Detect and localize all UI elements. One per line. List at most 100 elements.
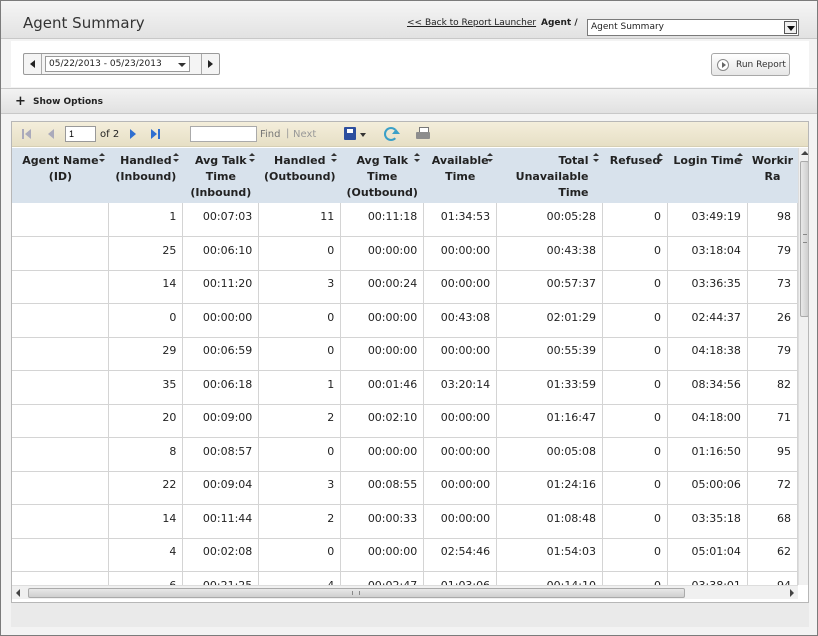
column-header[interactable]: Login Time bbox=[667, 148, 748, 203]
table-cell: 00:00:00 bbox=[423, 504, 498, 539]
prev-date-button[interactable] bbox=[24, 54, 42, 74]
prev-page-icon[interactable] bbox=[46, 128, 58, 140]
export-dropdown-icon[interactable] bbox=[360, 133, 366, 137]
title-bar: Agent Summary << Back to Report Launcher… bbox=[1, 1, 817, 39]
sort-icon[interactable] bbox=[592, 153, 599, 163]
table-cell: 00:00:00 bbox=[182, 303, 260, 338]
table-cell: 03:38:01 bbox=[667, 571, 748, 585]
table-cell bbox=[12, 203, 110, 237]
table-cell: 0 bbox=[258, 437, 342, 472]
chevron-down-icon[interactable] bbox=[784, 21, 797, 34]
table-cell: 0 bbox=[602, 270, 668, 304]
show-options-toggle[interactable]: + Show Options bbox=[1, 88, 817, 114]
sort-icon[interactable] bbox=[98, 153, 105, 163]
table-cell: 05:01:04 bbox=[667, 538, 748, 572]
agent-report-select[interactable]: Agent Summary bbox=[587, 19, 799, 36]
column-header-label: Time bbox=[205, 170, 236, 183]
table-cell bbox=[12, 504, 110, 539]
table-row: 14 00:11:20 3 00:00:24 00:00:00 00:57:37 0 03:3… bbox=[12, 270, 798, 304]
first-page-icon[interactable] bbox=[22, 128, 34, 140]
table-cell: 05:00:06 bbox=[667, 471, 748, 505]
page-number-input[interactable] bbox=[65, 126, 96, 142]
column-header[interactable]: Agent Name (ID) bbox=[12, 148, 109, 203]
column-header[interactable]: Avg Talk Time (Inbound) bbox=[182, 148, 259, 203]
page-count-label: of 2 bbox=[100, 129, 120, 140]
sort-icon[interactable] bbox=[330, 153, 337, 163]
table-cell: 00:08:55 bbox=[340, 471, 425, 505]
table-cell: 08:34:56 bbox=[667, 370, 748, 405]
table-cell: 00:11:18 bbox=[340, 203, 425, 237]
scroll-left-icon[interactable] bbox=[16, 589, 20, 597]
find-input[interactable] bbox=[190, 126, 257, 142]
table-cell: 00:55:39 bbox=[496, 337, 604, 371]
table-cell: 8 bbox=[108, 437, 184, 472]
column-header-label: Avg Talk bbox=[356, 154, 409, 167]
table-cell: 68 bbox=[747, 504, 798, 539]
table-cell: 14 bbox=[108, 270, 184, 304]
table-cell: 82 bbox=[747, 370, 798, 405]
table-row: 35 00:06:18 1 00:01:46 03:20:14 01:33:59 0 08:3… bbox=[12, 370, 798, 405]
find-link[interactable]: Find bbox=[260, 129, 281, 140]
chevron-down-icon bbox=[178, 63, 186, 67]
run-report-button[interactable]: Run Report bbox=[711, 53, 790, 76]
column-header[interactable]: Avg Talk Time (Outbound) bbox=[340, 148, 424, 203]
last-page-icon[interactable] bbox=[150, 128, 162, 140]
horizontal-scrollbar[interactable] bbox=[12, 585, 798, 599]
horizontal-scroll-thumb[interactable] bbox=[28, 588, 685, 598]
date-range-select[interactable]: 05/22/2013 - 05/23/2013 bbox=[45, 56, 190, 72]
column-header[interactable]: Workir Ra bbox=[747, 148, 798, 203]
sort-icon[interactable] bbox=[737, 153, 744, 163]
column-header[interactable]: Handled (Outbound) bbox=[258, 148, 341, 203]
play-icon bbox=[717, 59, 729, 71]
vertical-scroll-thumb[interactable] bbox=[800, 161, 808, 317]
table-cell: 29 bbox=[108, 337, 184, 371]
table-header-row: Agent Name (ID) Handled (Inbound) Avg Talk Ti… bbox=[12, 148, 798, 203]
table-cell: 03:49:19 bbox=[667, 203, 748, 237]
table-cell: 72 bbox=[747, 471, 798, 505]
sort-icon[interactable] bbox=[486, 153, 493, 163]
next-date-button[interactable] bbox=[201, 54, 219, 74]
table-cell: 73 bbox=[747, 270, 798, 304]
print-icon[interactable] bbox=[416, 127, 430, 140]
table-cell: 01:16:47 bbox=[496, 404, 604, 438]
next-page-icon[interactable] bbox=[128, 128, 140, 140]
vertical-scrollbar[interactable] bbox=[798, 148, 808, 585]
table-cell: 3 bbox=[258, 270, 342, 304]
back-to-launcher-link[interactable]: << Back to Report Launcher bbox=[407, 18, 536, 28]
table-cell: 04:18:38 bbox=[667, 337, 748, 371]
sort-icon[interactable] bbox=[657, 153, 664, 163]
export-icon[interactable] bbox=[344, 127, 356, 140]
table-cell: 03:35:18 bbox=[667, 504, 748, 539]
find-next-link[interactable]: Next bbox=[293, 129, 316, 140]
page-title: Agent Summary bbox=[23, 14, 145, 32]
scroll-up-icon[interactable] bbox=[801, 151, 808, 155]
sort-icon[interactable] bbox=[172, 153, 179, 163]
column-header-label: Handled bbox=[274, 154, 326, 167]
table-cell: 00:00:00 bbox=[340, 236, 425, 271]
table-cell: 00:08:57 bbox=[182, 437, 260, 472]
table-cell: 95 bbox=[747, 437, 798, 472]
column-header[interactable]: Total Unavailable Time bbox=[496, 148, 603, 203]
column-header[interactable]: Refused bbox=[602, 148, 668, 203]
column-header[interactable]: Available Time bbox=[423, 148, 497, 203]
refresh-icon[interactable] bbox=[384, 127, 400, 141]
table-row: 20 00:09:00 2 00:02:10 00:00:00 01:16:47 0 04:1… bbox=[12, 404, 798, 438]
column-header-label: (Inbound) bbox=[190, 186, 252, 199]
table-cell: 01:03:06 bbox=[423, 571, 498, 585]
table-cell: 00:07:03 bbox=[182, 203, 260, 237]
table-cell bbox=[12, 370, 110, 405]
run-report-label: Run Report bbox=[736, 60, 786, 70]
date-range-control: 05/22/2013 - 05/23/2013 bbox=[23, 53, 220, 75]
column-header-label: Login Time bbox=[673, 154, 742, 167]
sort-icon[interactable] bbox=[248, 153, 255, 163]
column-header[interactable]: Handled (Inbound) bbox=[108, 148, 183, 203]
table-cell: 25 bbox=[108, 236, 184, 271]
table-cell: 00:00:00 bbox=[423, 471, 498, 505]
sort-icon[interactable] bbox=[413, 153, 420, 163]
show-options-label: Show Options bbox=[33, 97, 103, 107]
scroll-right-icon[interactable] bbox=[790, 589, 794, 597]
table-cell: 00:09:00 bbox=[182, 404, 260, 438]
table-cell: 1 bbox=[258, 370, 342, 405]
table-cell: 00:00:00 bbox=[423, 337, 498, 371]
table-cell: 79 bbox=[747, 236, 798, 271]
